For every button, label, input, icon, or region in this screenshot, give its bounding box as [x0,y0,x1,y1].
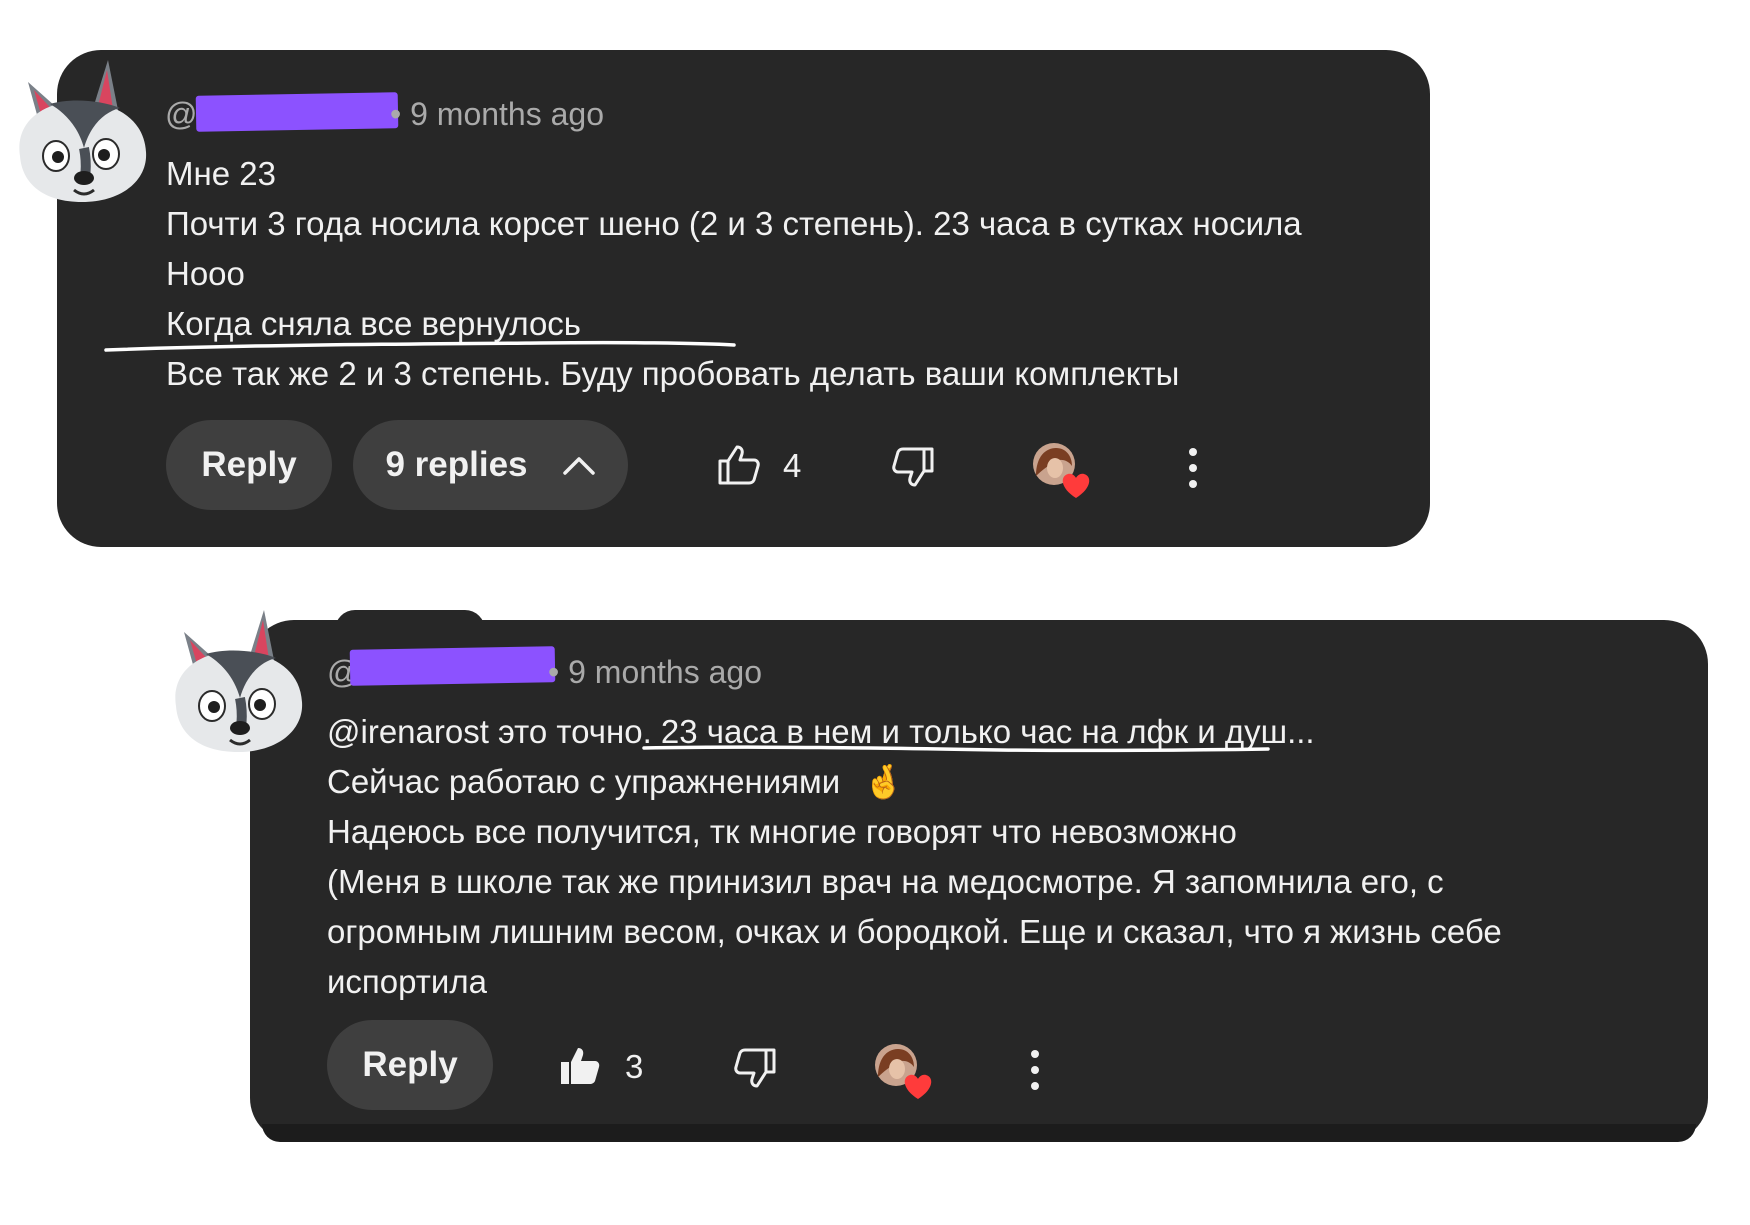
comment1-line-2: Почти 3 года носила корсет шено (2 и 3 с… [166,205,1302,242]
comment1-line-5: Все так же 2 и 3 степень. Буду пробовать… [166,355,1180,392]
comment2-time-text: 9 months ago [568,654,762,690]
comment1-line-1: Мне 23 [166,155,276,192]
comment2-timestamp[interactable]: • 9 months ago [548,654,762,691]
card-bottom-edge [262,1124,1696,1142]
reply-label: Reply [201,445,297,484]
creator-heart-icon [1033,443,1090,498]
comment1-time-text: 9 months ago [410,96,604,132]
ellipsis: ... [1287,713,1315,750]
wolf-avatar-icon[interactable] [160,606,312,754]
comment2-line-2: Сейчас работаю с упражнениями 🤞 [327,762,904,802]
thumbs-down-icon[interactable] [891,446,935,488]
highlight-underline-1 [104,340,736,352]
author-name-redaction [349,646,556,686]
thumbs-up-icon[interactable] [558,1045,602,1087]
reply-button[interactable]: Reply [327,1020,493,1110]
chevron-up-icon [562,457,595,475]
comment2-line-6: испортила [327,963,487,1000]
comment1-author-at[interactable]: @ [165,96,197,133]
like-count: 3 [625,1048,644,1085]
more-vert-icon[interactable] [1030,1050,1040,1098]
comment2-line-3: Надеюсь все получится, тк многие говорят… [327,813,1237,850]
comment1-timestamp[interactable]: • 9 months ago [390,96,604,133]
replies-toggle-button[interactable]: 9 replies [353,420,628,510]
creator-heart-icon [875,1044,932,1099]
thumbs-down-icon[interactable] [733,1047,777,1089]
thumbs-up-icon[interactable] [717,444,761,486]
more-vert-icon[interactable] [1188,448,1198,496]
reply-button[interactable]: Reply [166,420,332,510]
like-count: 4 [783,447,802,484]
comment2-line-4: (Меня в школе так же принизил врач на ме… [327,863,1444,900]
highlight-underline-2 [642,745,1270,753]
comment1-line-3: Нооо [166,255,245,292]
comment2-line-5: огромным лишним весом, очках и бородкой.… [327,913,1502,950]
reply-mention-text: @irenarost это точно. [327,713,661,750]
crossed-fingers-emoji: 🤞 [863,762,905,801]
wolf-avatar-icon[interactable] [4,56,156,204]
comment2-line-2-text: Сейчас работаю с упражнениями [327,763,841,800]
replies-label: 9 replies [385,445,528,484]
author-name-redaction [195,92,399,132]
reply-label: Reply [362,1045,458,1084]
